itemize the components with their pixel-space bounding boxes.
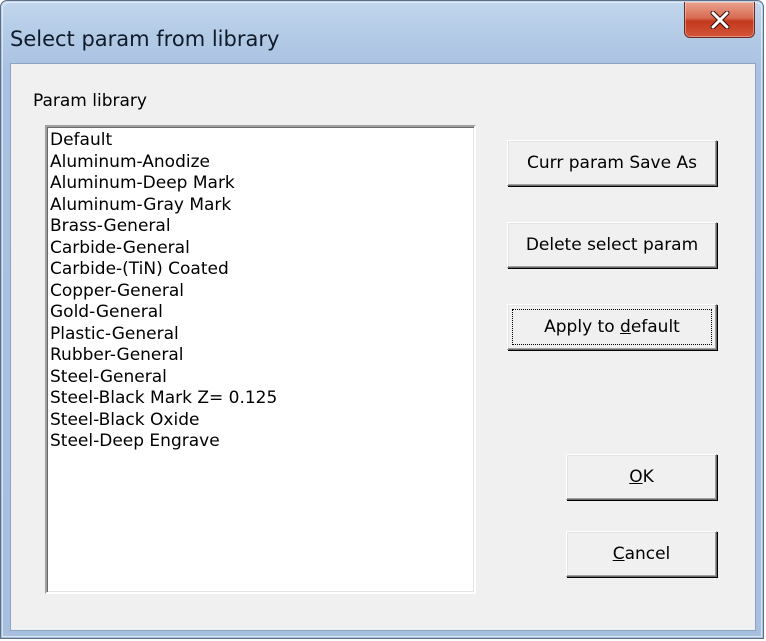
list-item[interactable]: Gold-General [47,302,474,324]
list-item[interactable]: Copper-General [47,281,474,303]
delete-param-button[interactable]: Delete select param [507,222,717,268]
save-as-button[interactable]: Curr param Save As [507,140,717,186]
param-library-label: Param library [33,91,147,111]
list-item[interactable]: Rubber-General [47,345,474,367]
apply-to-default-button-label: Apply to default [544,317,680,337]
list-item[interactable]: Aluminum-Gray Mark [47,195,474,217]
ok-button[interactable]: OK [566,454,717,500]
param-library-listbox[interactable]: Default Aluminum-Anodize Aluminum-Deep Mar… [45,125,476,594]
list-item[interactable]: Aluminum-Deep Mark [47,173,474,195]
window-title: Select param from library [10,27,280,51]
list-item[interactable]: Steel-General [47,367,474,389]
ok-button-label: OK [629,467,654,487]
list-item[interactable]: Steel-Black Mark Z= 0.125 [47,388,474,410]
list-item[interactable]: Carbide-General [47,238,474,260]
list-item[interactable]: Steel-Deep Engrave [47,431,474,453]
cancel-button[interactable]: Cancel [566,531,717,577]
close-icon [685,2,754,37]
list-item[interactable]: Brass-General [47,216,474,238]
param-library-items: Default Aluminum-Anodize Aluminum-Deep Mar… [47,127,474,453]
delete-param-button-label: Delete select param [525,235,699,255]
close-button[interactable] [684,2,755,38]
list-item[interactable]: Plastic-General [47,324,474,346]
cancel-button-label: Cancel [612,544,671,564]
list-item[interactable]: Carbide-(TiN) Coated [47,259,474,281]
list-item[interactable]: Default [47,130,474,152]
list-item[interactable]: Aluminum-Anodize [47,152,474,174]
list-item[interactable]: Steel-Black Oxide [47,410,474,432]
apply-to-default-button[interactable]: Apply to default [507,304,717,350]
save-as-button-label: Curr param Save As [527,153,697,173]
